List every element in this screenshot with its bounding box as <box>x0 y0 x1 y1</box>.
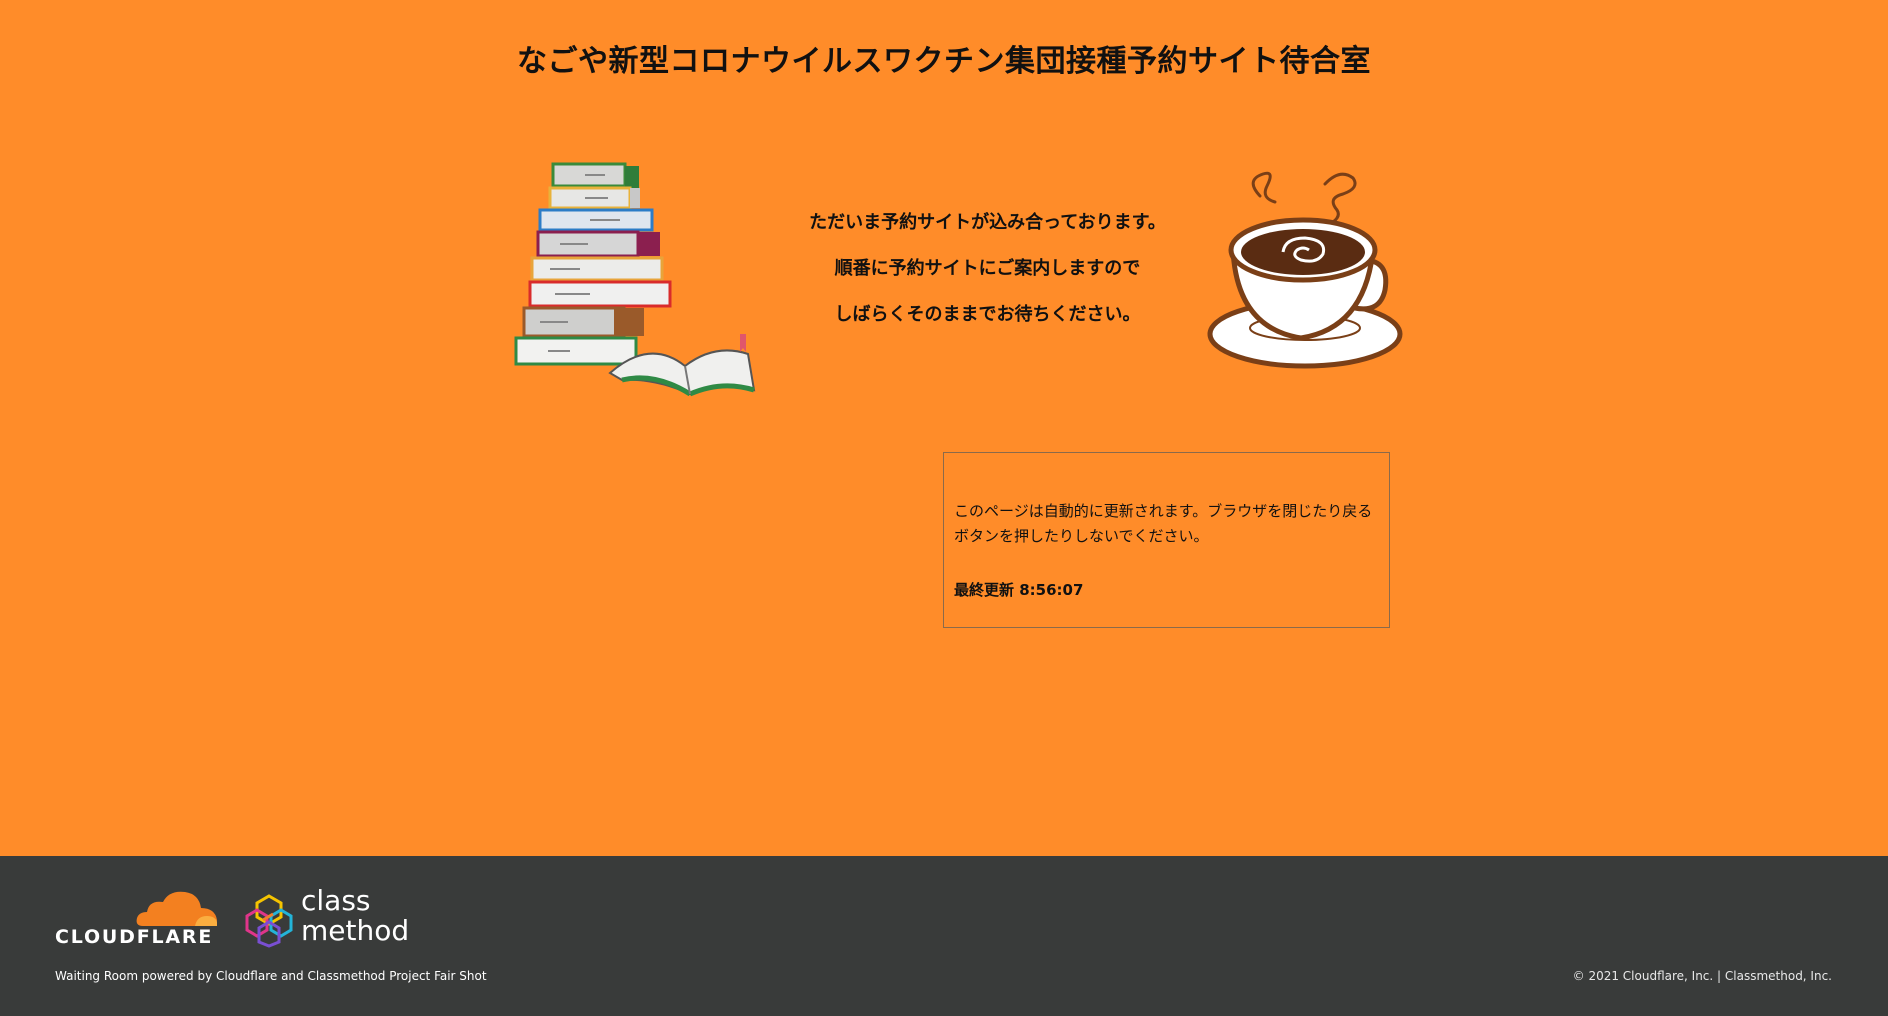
waiting-message: ただいま予約サイトが込み合っております。 順番に予約サイトにご案内しますので し… <box>780 200 1195 338</box>
copyright-text: © 2021 Cloudflare, Inc. | Classmethod, I… <box>1572 969 1832 983</box>
powered-by-text: Waiting Room powered by Cloudflare and C… <box>55 969 487 983</box>
footer: CLOUDFLARE class method Waiting Room pow… <box>0 856 1888 1016</box>
message-line-2: 順番に予約サイトにご案内しますので <box>834 258 1141 279</box>
main-content: なごや新型コロナウイルスワクチン集団接種予約サイト待合室 ただいま予約サイトが込… <box>0 0 1888 856</box>
message-line-1: ただいま予約サイトが込み合っております。 <box>809 212 1166 233</box>
book-stack-icon <box>514 162 756 397</box>
cloudflare-logo[interactable]: CLOUDFLARE <box>55 890 221 952</box>
cloudflare-cloud-icon <box>136 891 217 926</box>
last-updated: 最終更新 8:56:07 <box>954 581 1084 599</box>
message-line-3: しばらくそのままでお待ちください。 <box>834 304 1141 325</box>
cloudflare-wordmark: CLOUDFLARE <box>55 926 214 948</box>
notice-text: このページは自動的に更新されます。ブラウザを閉じたり戻るボタンを押したりしないで… <box>954 502 1373 545</box>
classmethod-wordmark: class method <box>301 884 410 947</box>
classmethod-logo[interactable]: class method <box>243 886 423 952</box>
auto-refresh-notice: このページは自動的に更新されます。ブラウザを閉じたり戻るボタンを押したりしないで… <box>943 452 1390 628</box>
page-title: なごや新型コロナウイルスワクチン集団接種予約サイト待合室 <box>517 44 1371 79</box>
coffee-cup-icon <box>1207 171 1403 369</box>
classmethod-cube-icon <box>245 894 293 948</box>
